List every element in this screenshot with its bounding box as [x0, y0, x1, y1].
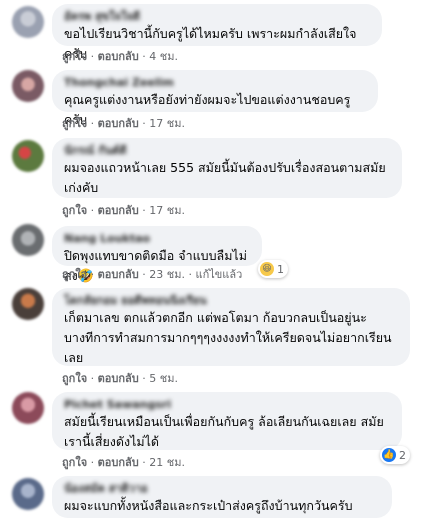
comment-bubble: Nang Louktao ปิดพุงแทบขาดติดมือ จำแบบลืม…: [52, 226, 262, 284]
timestamp[interactable]: 17 ชม.: [149, 117, 185, 130]
haha-reaction-icon: 😆: [260, 262, 274, 276]
reply-button[interactable]: ตอบกลับ: [98, 204, 139, 217]
reaction-count: 2: [399, 448, 406, 462]
comment-actions: ถูกใจ · ตอบกลับ · 21 ชม.: [62, 456, 185, 470]
like-button[interactable]: ถูกใจ: [62, 204, 87, 217]
like-button[interactable]: ถูกใจ: [62, 372, 87, 385]
comment-text: ผมจองแถวหน้าเลย 555 สมัยนี้มันต้องปรับเร…: [64, 160, 386, 195]
timestamp[interactable]: 23 ชม.: [149, 268, 185, 281]
comment-bubble: Pichet Sawangsri สมัยนี้เรียนเหมือนเป็นเ…: [52, 392, 402, 450]
separator: ·: [142, 372, 146, 385]
comment-bubble: โดกลัยกอม ยอดีพทอนนิ่งเรียน เก็ตมาเลข ตก…: [52, 288, 410, 366]
avatar[interactable]: [12, 478, 44, 510]
reaction-badge[interactable]: 👍 2: [380, 446, 410, 464]
reply-button[interactable]: ตอบกลับ: [98, 50, 139, 63]
timestamp[interactable]: 4 ชม.: [149, 50, 178, 63]
edited-label[interactable]: แก้ไขแล้ว: [195, 268, 242, 281]
comment-text: สมัยนี้เรียนเหมือนเป็นเพื่อยกันกับครู ล้…: [64, 414, 384, 449]
reply-button[interactable]: ตอบกลับ: [98, 456, 139, 469]
comment-author[interactable]: Pichet Sawangsri: [64, 398, 390, 412]
avatar[interactable]: [12, 140, 44, 172]
avatar[interactable]: [12, 288, 44, 320]
reaction-count: 1: [277, 262, 284, 276]
comment-text: เก็ตมาเลข ตกแล้วตกอีก แต่พอโตมา ก้อบวกลบ…: [64, 310, 392, 365]
separator: ·: [142, 117, 146, 130]
separator: ·: [90, 268, 95, 281]
separator: ·: [142, 204, 146, 217]
separator: ·: [188, 268, 192, 281]
comment-author[interactable]: น้องสมัค สาดิวาอ: [64, 482, 380, 496]
avatar[interactable]: [12, 224, 44, 256]
comment-actions: ถูกใจ · ตอบกลับ · 5 ชม.: [62, 372, 178, 386]
avatar[interactable]: [12, 70, 44, 102]
comment-bubble: นักรณ์ กันต์ดี ผมจองแถวหน้าเลย 555 สมัยน…: [52, 138, 402, 198]
separator: ·: [142, 268, 146, 281]
comment-author[interactable]: Thongchai Zeelim: [64, 76, 366, 90]
reaction-badge[interactable]: 😆 1: [258, 260, 288, 278]
timestamp[interactable]: 17 ชม.: [149, 204, 185, 217]
comment-author[interactable]: Nang Louktao: [64, 232, 250, 246]
avatar[interactable]: [12, 6, 44, 38]
comment-actions: ถูกใจ · ตอบกลับ · 17 ชม.: [62, 117, 185, 131]
reply-button[interactable]: ตอบกลับ: [98, 117, 139, 130]
comment-author[interactable]: โดกลัยกอม ยอดีพทอนนิ่งเรียน: [64, 294, 398, 308]
like-button[interactable]: ถูกใจ: [62, 268, 87, 281]
separator: ·: [90, 456, 95, 469]
separator: ·: [90, 204, 95, 217]
comment-author[interactable]: นักรณ์ กันต์ดี: [64, 144, 390, 158]
avatar[interactable]: [12, 392, 44, 424]
like-reaction-icon: 👍: [382, 448, 396, 462]
comment-actions: ถูกใจ · ตอบกลับ · 4 ชม.: [62, 50, 178, 64]
separator: ·: [90, 50, 95, 63]
timestamp[interactable]: 21 ชม.: [149, 456, 185, 469]
comment-bubble: Thongchai Zeelim คุณครูแต่งงานหรือยังท่า…: [52, 70, 378, 127]
separator: ·: [142, 50, 146, 63]
timestamp[interactable]: 5 ชม.: [149, 372, 178, 385]
comment-bubble: อัครพ สุขใจใจดี ขอไปเรียนวิชานี้กับครูได…: [52, 4, 382, 61]
like-button[interactable]: ถูกใจ: [62, 117, 87, 130]
separator: ·: [90, 372, 95, 385]
like-button[interactable]: ถูกใจ: [62, 456, 87, 469]
comment-text: ผมจะแบกทั้งหนังสือและกระเป๋าส่งครูถึงบ้า…: [64, 498, 353, 513]
like-button[interactable]: ถูกใจ: [62, 50, 87, 63]
reply-button[interactable]: ตอบกลับ: [98, 372, 139, 385]
comment-actions: ถูกใจ · ตอบกลับ · 23 ชม. · แก้ไขแล้ว: [62, 268, 242, 282]
comment-actions: ถูกใจ · ตอบกลับ · 17 ชม.: [62, 204, 185, 218]
separator: ·: [90, 117, 95, 130]
separator: ·: [142, 456, 146, 469]
comment-author[interactable]: อัครพ สุขใจใจดี: [64, 10, 370, 24]
reply-button[interactable]: ตอบกลับ: [98, 268, 139, 281]
comment-bubble: น้องสมัค สาดิวาอ ผมจะแบกทั้งหนังสือและกร…: [52, 476, 392, 518]
